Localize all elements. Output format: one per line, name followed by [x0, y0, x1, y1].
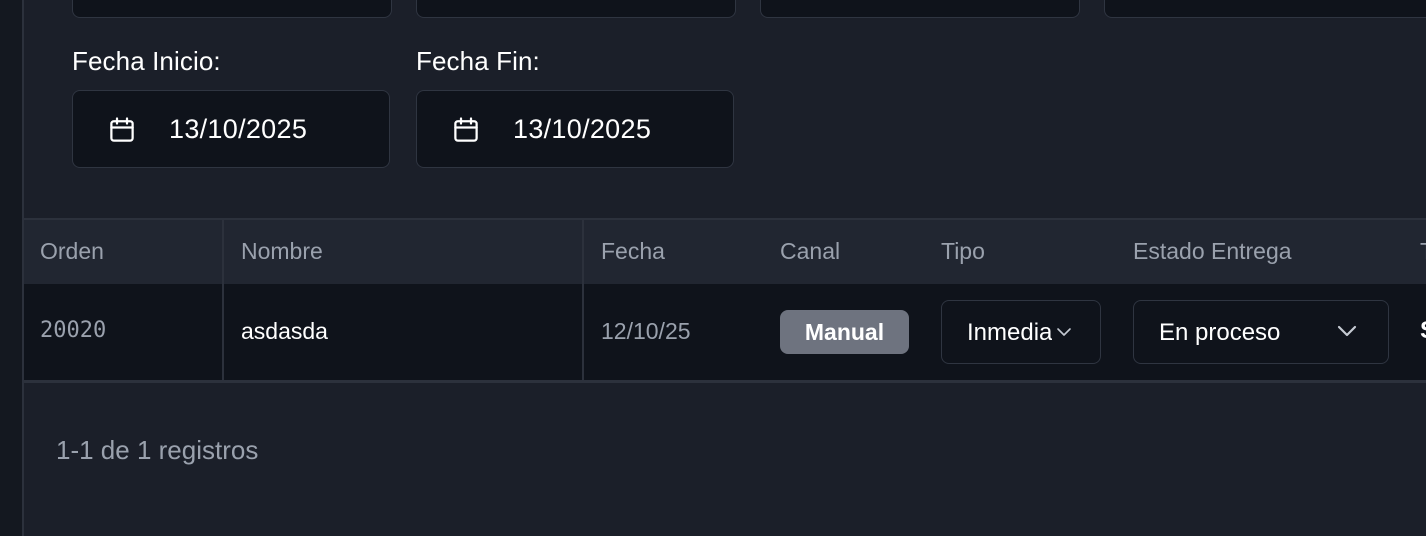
column-header-partial[interactable]: T	[1420, 220, 1426, 283]
table-header: Orden Nombre Fecha Canal Tipo Estado Ent…	[24, 220, 1426, 284]
pagination-summary: 1-1 de 1 registros	[56, 435, 259, 465]
column-header-canal[interactable]: Canal	[780, 220, 840, 284]
column-header-estado-entrega[interactable]: Estado Entrega	[1133, 220, 1292, 284]
cell-orden: 20020	[40, 318, 107, 343]
fecha-fin-value: 13/10/2025	[513, 114, 652, 144]
cell-nombre: asdasda	[241, 318, 328, 344]
column-header-fecha[interactable]: Fecha	[601, 220, 665, 284]
column-separator[interactable]	[582, 220, 584, 284]
fecha-fin-input[interactable]: 13/10/2025	[416, 90, 734, 168]
canal-badge: Manual	[780, 310, 909, 354]
fecha-inicio-label: Fecha Inicio:	[72, 46, 221, 76]
column-separator	[222, 284, 224, 380]
chevron-down-icon	[1337, 325, 1357, 337]
app-root: Fecha Inicio: 13/10/2025 Fecha Fin: 13/1…	[0, 0, 1426, 536]
table-bottom-border	[24, 380, 1426, 383]
column-separator	[582, 284, 584, 380]
estado-entrega-select[interactable]: En proceso	[1133, 300, 1389, 364]
filter-input-cutoff-4[interactable]	[1104, 0, 1426, 18]
column-separator[interactable]	[222, 220, 224, 284]
chevron-down-icon	[1057, 328, 1071, 336]
filter-input-cutoff-3[interactable]	[760, 0, 1080, 18]
calendar-icon	[110, 117, 134, 142]
column-header-orden[interactable]: Orden	[40, 220, 104, 284]
estado-entrega-select-value: En proceso	[1159, 319, 1281, 346]
cell-fecha: 12/10/25	[601, 318, 691, 344]
calendar-icon	[454, 117, 478, 142]
fecha-inicio-value: 13/10/2025	[169, 114, 308, 144]
left-sidebar-edge	[0, 0, 22, 536]
column-header-tipo[interactable]: Tipo	[941, 220, 985, 284]
table-row[interactable]: 20020 asdasda 12/10/25 Manual Inmediato …	[24, 284, 1426, 380]
fecha-inicio-input[interactable]: 13/10/2025	[72, 90, 390, 168]
fecha-fin-label: Fecha Fin:	[416, 46, 540, 76]
column-header-nombre[interactable]: Nombre	[241, 220, 323, 284]
cell-partial-next-column: S	[1420, 317, 1426, 345]
filter-input-cutoff-1[interactable]	[72, 0, 392, 18]
tipo-select[interactable]: Inmediato	[941, 300, 1101, 364]
filter-input-cutoff-2[interactable]	[416, 0, 736, 18]
